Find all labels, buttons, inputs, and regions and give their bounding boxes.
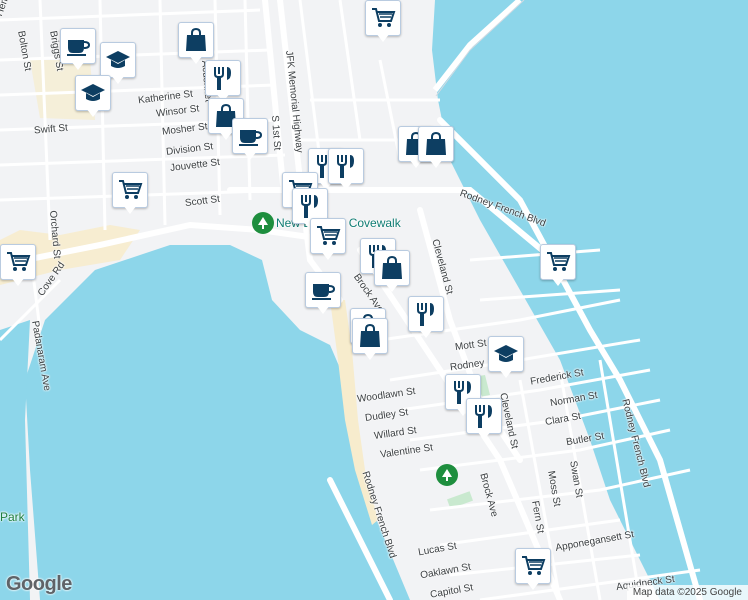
grocery-icon [515,548,551,584]
restaurant-icon [328,148,364,184]
marker-pointer [526,581,540,590]
shopping-icon [374,250,410,286]
park-icon[interactable] [436,464,458,486]
marker-pointer [11,277,25,286]
marker-pointer [86,108,100,117]
cafe-icon [60,28,96,64]
cafe-marker[interactable] [305,272,341,316]
shopping-icon [178,22,214,58]
grocery-marker[interactable] [310,218,346,262]
marker-pointer [321,251,335,260]
marker-pointer [123,205,137,214]
grocery-icon [310,218,346,254]
shopping-marker[interactable] [352,318,388,362]
school-icon [488,336,524,372]
cafe-icon [232,118,268,154]
marker-pointer [243,151,257,160]
marker-pointer [499,369,513,378]
shopping-marker[interactable] [418,126,454,170]
cafe-marker[interactable] [60,28,96,72]
school-marker[interactable] [75,75,111,119]
grocery-icon [540,244,576,280]
grocery-marker[interactable] [540,244,576,288]
marker-pointer [316,305,330,314]
grocery-marker[interactable] [365,0,401,44]
grocery-marker[interactable] [112,172,148,216]
shopping-icon [352,318,388,354]
restaurant-icon [466,398,502,434]
shopping-marker[interactable] [374,250,410,294]
grocery-marker[interactable] [0,244,36,288]
marker-pointer [419,329,433,338]
park-icon[interactable] [252,212,274,234]
restaurant-icon [205,60,241,96]
grocery-icon [112,172,148,208]
marker-pointer [189,55,203,64]
school-icon [100,42,136,78]
google-logo: Google [6,573,72,595]
marker-pointer [376,33,390,42]
street-label: S 1st St [269,115,283,151]
marker-pointer [71,61,85,70]
grocery-icon [365,0,401,36]
grocery-icon [0,244,36,280]
cafe-marker[interactable] [232,118,268,162]
shopping-icon [418,126,454,162]
restaurant-marker[interactable] [466,398,502,442]
street-label: Park [0,510,25,524]
school-icon [75,75,111,111]
map-canvas[interactable]: Hemlock St Bolton St Briggs St Acushnet … [0,0,748,600]
grocery-marker[interactable] [515,548,551,592]
restaurant-marker[interactable] [328,148,364,192]
marker-pointer [551,277,565,286]
marker-pointer [429,159,443,168]
marker-pointer [477,431,491,440]
cafe-icon [305,272,341,308]
restaurant-icon [408,296,444,332]
map-attribution[interactable]: Map data ©2025 Google [626,585,748,600]
restaurant-marker[interactable] [408,296,444,340]
marker-pointer [339,181,353,190]
marker-pointer [385,283,399,292]
marker-pointer [219,131,233,140]
marker-pointer [363,351,377,360]
school-marker[interactable] [488,336,524,380]
marker-pointer [111,75,125,84]
